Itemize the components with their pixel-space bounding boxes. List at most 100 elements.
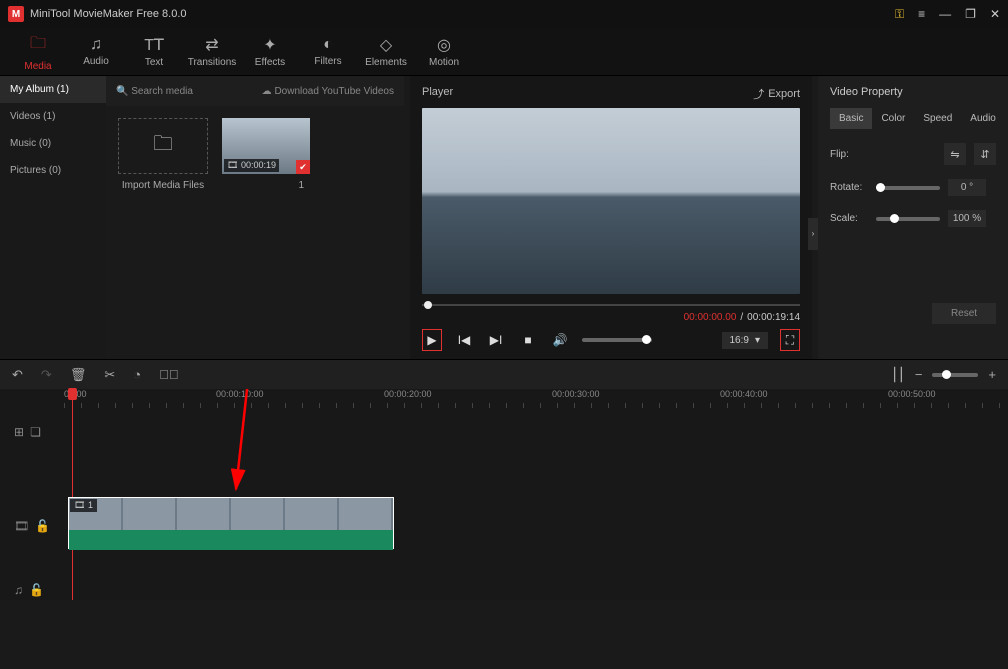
main-area: My Album (1) Videos (1) Music (0) Pictur…	[0, 76, 1008, 359]
media-panel: My Album (1) Videos (1) Music (0) Pictur…	[0, 76, 404, 359]
export-button[interactable]: ⤴Export	[753, 86, 800, 102]
tool-text[interactable]: T𝖳Text	[128, 30, 180, 74]
minimize-button[interactable]: —	[939, 7, 951, 21]
close-button[interactable]: ✕	[990, 7, 1000, 21]
album-music[interactable]: Music (0)	[0, 130, 106, 157]
video-property-panel: Video Property Basic Color Speed Audio F…	[818, 76, 1008, 359]
timeline-clip[interactable]: 🎞 1	[68, 497, 394, 549]
folder-icon: 🗀	[30, 32, 46, 59]
prev-frame-button[interactable]: I◀	[454, 329, 474, 351]
crop-button[interactable]: ✂⃞	[159, 367, 179, 382]
player-title: Player	[422, 86, 453, 102]
fit-icon[interactable]: ⎮⎮	[891, 367, 905, 383]
menu-icon[interactable]: ≡	[918, 7, 925, 21]
scale-label: Scale:	[830, 213, 868, 224]
effects-icon: ✦	[263, 35, 276, 55]
prop-tab-audio[interactable]: Audio	[961, 108, 1005, 129]
scale-slider[interactable]	[876, 217, 940, 221]
volume-icon[interactable]: 🔊	[550, 329, 570, 351]
tool-effects[interactable]: ✦Effects	[244, 30, 296, 74]
next-frame-button[interactable]: ▶I	[486, 329, 506, 351]
film-icon: 🎞	[227, 160, 238, 170]
tool-filters[interactable]: ◐Filters	[302, 30, 354, 74]
maximize-button[interactable]: ❐	[965, 7, 976, 21]
tool-motion[interactable]: ◎Motion	[418, 30, 470, 74]
aspect-ratio-select[interactable]: 16:9▾	[722, 332, 769, 349]
zoom-in-button[interactable]: +	[988, 367, 996, 382]
video-track-icon[interactable]: 🎞	[14, 519, 29, 533]
import-label: Import Media Files	[118, 180, 208, 191]
media-grid: 🗀 Import Media Files 🎞 00:00:19 ✔ 1	[106, 106, 404, 359]
flip-horizontal[interactable]: ⇋	[944, 143, 966, 165]
text-icon: T𝖳	[144, 35, 164, 55]
app-title: MiniTool MovieMaker Free 8.0.0	[30, 8, 187, 20]
album-myalbum[interactable]: My Album (1)	[0, 76, 106, 103]
elements-icon: ◇	[380, 35, 392, 55]
add-track-icon[interactable]: ⊞	[14, 425, 24, 439]
rotate-label: Rotate:	[830, 182, 868, 193]
main-toolbar: 🗀Media ♫Audio T𝖳Text ⇄Transitions ✦Effec…	[0, 28, 1008, 76]
timeline-toolbar: ↶ ↷ 🗑 ✂ ◔ ✂⃞ ⎮⎮ − +	[0, 359, 1008, 389]
tool-media[interactable]: 🗀Media	[12, 30, 64, 74]
speed-button[interactable]: ◔	[133, 367, 141, 382]
album-sidebar: My Album (1) Videos (1) Music (0) Pictur…	[0, 76, 106, 359]
audio-track-icon[interactable]: ♫	[14, 583, 23, 597]
split-button[interactable]: ✂	[104, 367, 115, 383]
redo-button[interactable]: ↷	[41, 367, 52, 383]
prop-tab-color[interactable]: Color	[872, 108, 914, 129]
search-media[interactable]: 🔍 Search media	[116, 86, 193, 97]
time-current: 00:00:00.00	[684, 312, 737, 323]
music-icon: ♫	[90, 36, 102, 54]
rotate-value[interactable]: 0 °	[948, 179, 986, 196]
undo-button[interactable]: ↶	[12, 367, 23, 383]
clip-index: 1	[222, 180, 310, 191]
volume-slider[interactable]	[582, 338, 652, 342]
flip-vertical[interactable]: ⇵	[974, 143, 996, 165]
media-clip-1[interactable]: 🎞 00:00:19 ✔	[222, 118, 310, 174]
time-ruler[interactable]: 00:00 00:00:10:00 00:00:20:00 00:00:30:0…	[0, 389, 1008, 403]
film-icon: 🎞	[74, 500, 85, 510]
import-media-tile[interactable]: 🗀	[118, 118, 208, 174]
flip-label: Flip:	[830, 149, 868, 160]
album-pictures[interactable]: Pictures (0)	[0, 157, 106, 184]
ruler-ticks	[64, 403, 1000, 411]
lock-icon[interactable]: 🔓	[35, 519, 50, 533]
zoom-slider[interactable]	[932, 373, 978, 377]
annotation-arrow	[0, 389, 1008, 600]
download-youtube[interactable]: ☁ Download YouTube Videos	[262, 86, 394, 97]
zoom-out-button[interactable]: −	[915, 367, 923, 382]
rotate-slider[interactable]	[876, 186, 940, 190]
playhead[interactable]	[72, 389, 73, 600]
scale-value[interactable]: 100 %	[948, 210, 986, 227]
prop-tab-speed[interactable]: Speed	[914, 108, 961, 129]
playback-scrubber[interactable]	[422, 300, 800, 310]
album-videos[interactable]: Videos (1)	[0, 103, 106, 130]
time-total: 00:00:19:14	[747, 312, 800, 323]
prop-title: Video Property	[830, 86, 996, 98]
tool-audio[interactable]: ♫Audio	[70, 30, 122, 74]
transitions-icon: ⇄	[205, 35, 218, 55]
play-button[interactable]: ▶	[422, 329, 442, 351]
player-panel: › Player ⤴Export 00:00:00.00 / 00:00:19:…	[410, 76, 812, 359]
chevron-down-icon: ▾	[755, 335, 760, 346]
filters-icon: ◐	[323, 36, 333, 54]
copy-track-icon[interactable]: ❏	[30, 425, 41, 439]
stop-button[interactable]: ■	[518, 329, 538, 351]
fullscreen-button[interactable]: ⛶	[780, 329, 800, 351]
timeline[interactable]: 00:00 00:00:10:00 00:00:20:00 00:00:30:0…	[0, 389, 1008, 600]
app-logo: M	[8, 6, 24, 22]
delete-button[interactable]: 🗑	[70, 367, 87, 383]
reset-button[interactable]: Reset	[932, 303, 996, 324]
panel-expand[interactable]: ›	[808, 218, 818, 250]
motion-icon: ◎	[437, 35, 451, 55]
key-icon[interactable]: ⚿	[895, 7, 904, 22]
lock-icon[interactable]: 🔓	[29, 583, 44, 597]
folder-icon: 🗀	[153, 129, 173, 163]
prop-tab-basic[interactable]: Basic	[830, 108, 872, 129]
video-preview[interactable]	[422, 108, 800, 294]
tool-transitions[interactable]: ⇄Transitions	[186, 30, 238, 74]
clip-duration: 00:00:19	[241, 160, 276, 170]
title-bar: M MiniTool MovieMaker Free 8.0.0 ⚿ ≡ — ❐…	[0, 0, 1008, 28]
tool-elements[interactable]: ◇Elements	[360, 30, 412, 74]
check-icon: ✔	[296, 160, 310, 174]
